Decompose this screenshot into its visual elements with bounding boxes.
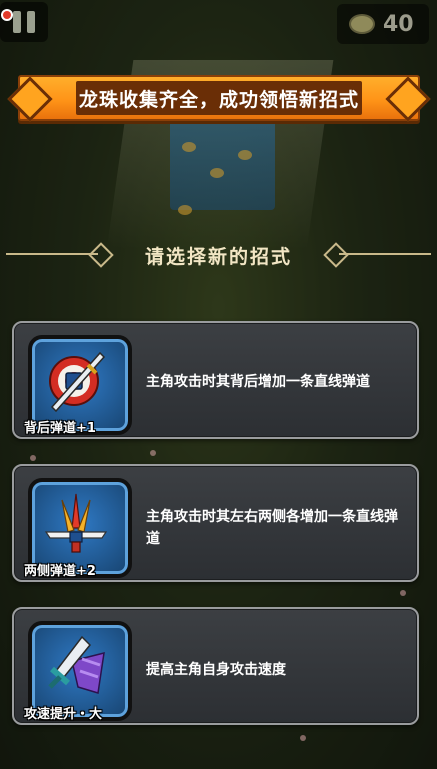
skill-description: 提高主角自身攻击速度 — [146, 662, 286, 678]
skill-card-back-shot[interactable]: 背后弹道+1 主角攻击时其背后增加一条直线弹道 — [12, 321, 419, 439]
skill-name: 攻速提升・大 — [24, 707, 103, 722]
coin-icon — [349, 14, 375, 34]
background-leaf — [238, 150, 252, 160]
pause-button[interactable] — [0, 2, 48, 42]
coin-counter: 40 — [337, 4, 429, 44]
divider-right — [339, 253, 431, 255]
background-leaf — [182, 142, 196, 152]
background-leaf — [210, 168, 224, 178]
choose-skill-prompt: 请选择新的招式 — [0, 240, 437, 268]
title-banner: 龙珠收集齐全，成功领悟新招式 — [18, 75, 420, 121]
skill-description: 主角攻击时其背后增加一条直线弹道 — [146, 374, 370, 390]
skill-name: 两侧弹道+2 — [24, 564, 96, 579]
background-petal — [30, 455, 36, 461]
background-petal — [150, 450, 156, 456]
recording-indicator-icon — [3, 11, 11, 19]
target-sword-icon — [49, 351, 106, 413]
skill-name: 背后弹道+1 — [24, 421, 96, 436]
skill-description: 主角攻击时其左右两侧各增加一条直线弹道 — [146, 509, 398, 547]
coin-count: 40 — [383, 11, 414, 37]
skill-card-side-shot[interactable]: 两侧弹道+2 主角攻击时其左右两侧各增加一条直线弹道 — [12, 464, 419, 582]
background-petal — [400, 590, 406, 596]
background-leaf — [178, 205, 192, 215]
background-petal — [300, 735, 306, 741]
sword-speed-icon — [48, 635, 105, 694]
prompt-text: 请选择新的招式 — [144, 246, 292, 268]
skill-card-attack-speed[interactable]: 攻速提升・大 提高主角自身攻击速度 — [12, 607, 419, 725]
triple-sword-icon — [44, 493, 108, 553]
banner-title: 龙珠收集齐全，成功领悟新招式 — [78, 88, 359, 111]
pause-icon — [13, 11, 21, 33]
